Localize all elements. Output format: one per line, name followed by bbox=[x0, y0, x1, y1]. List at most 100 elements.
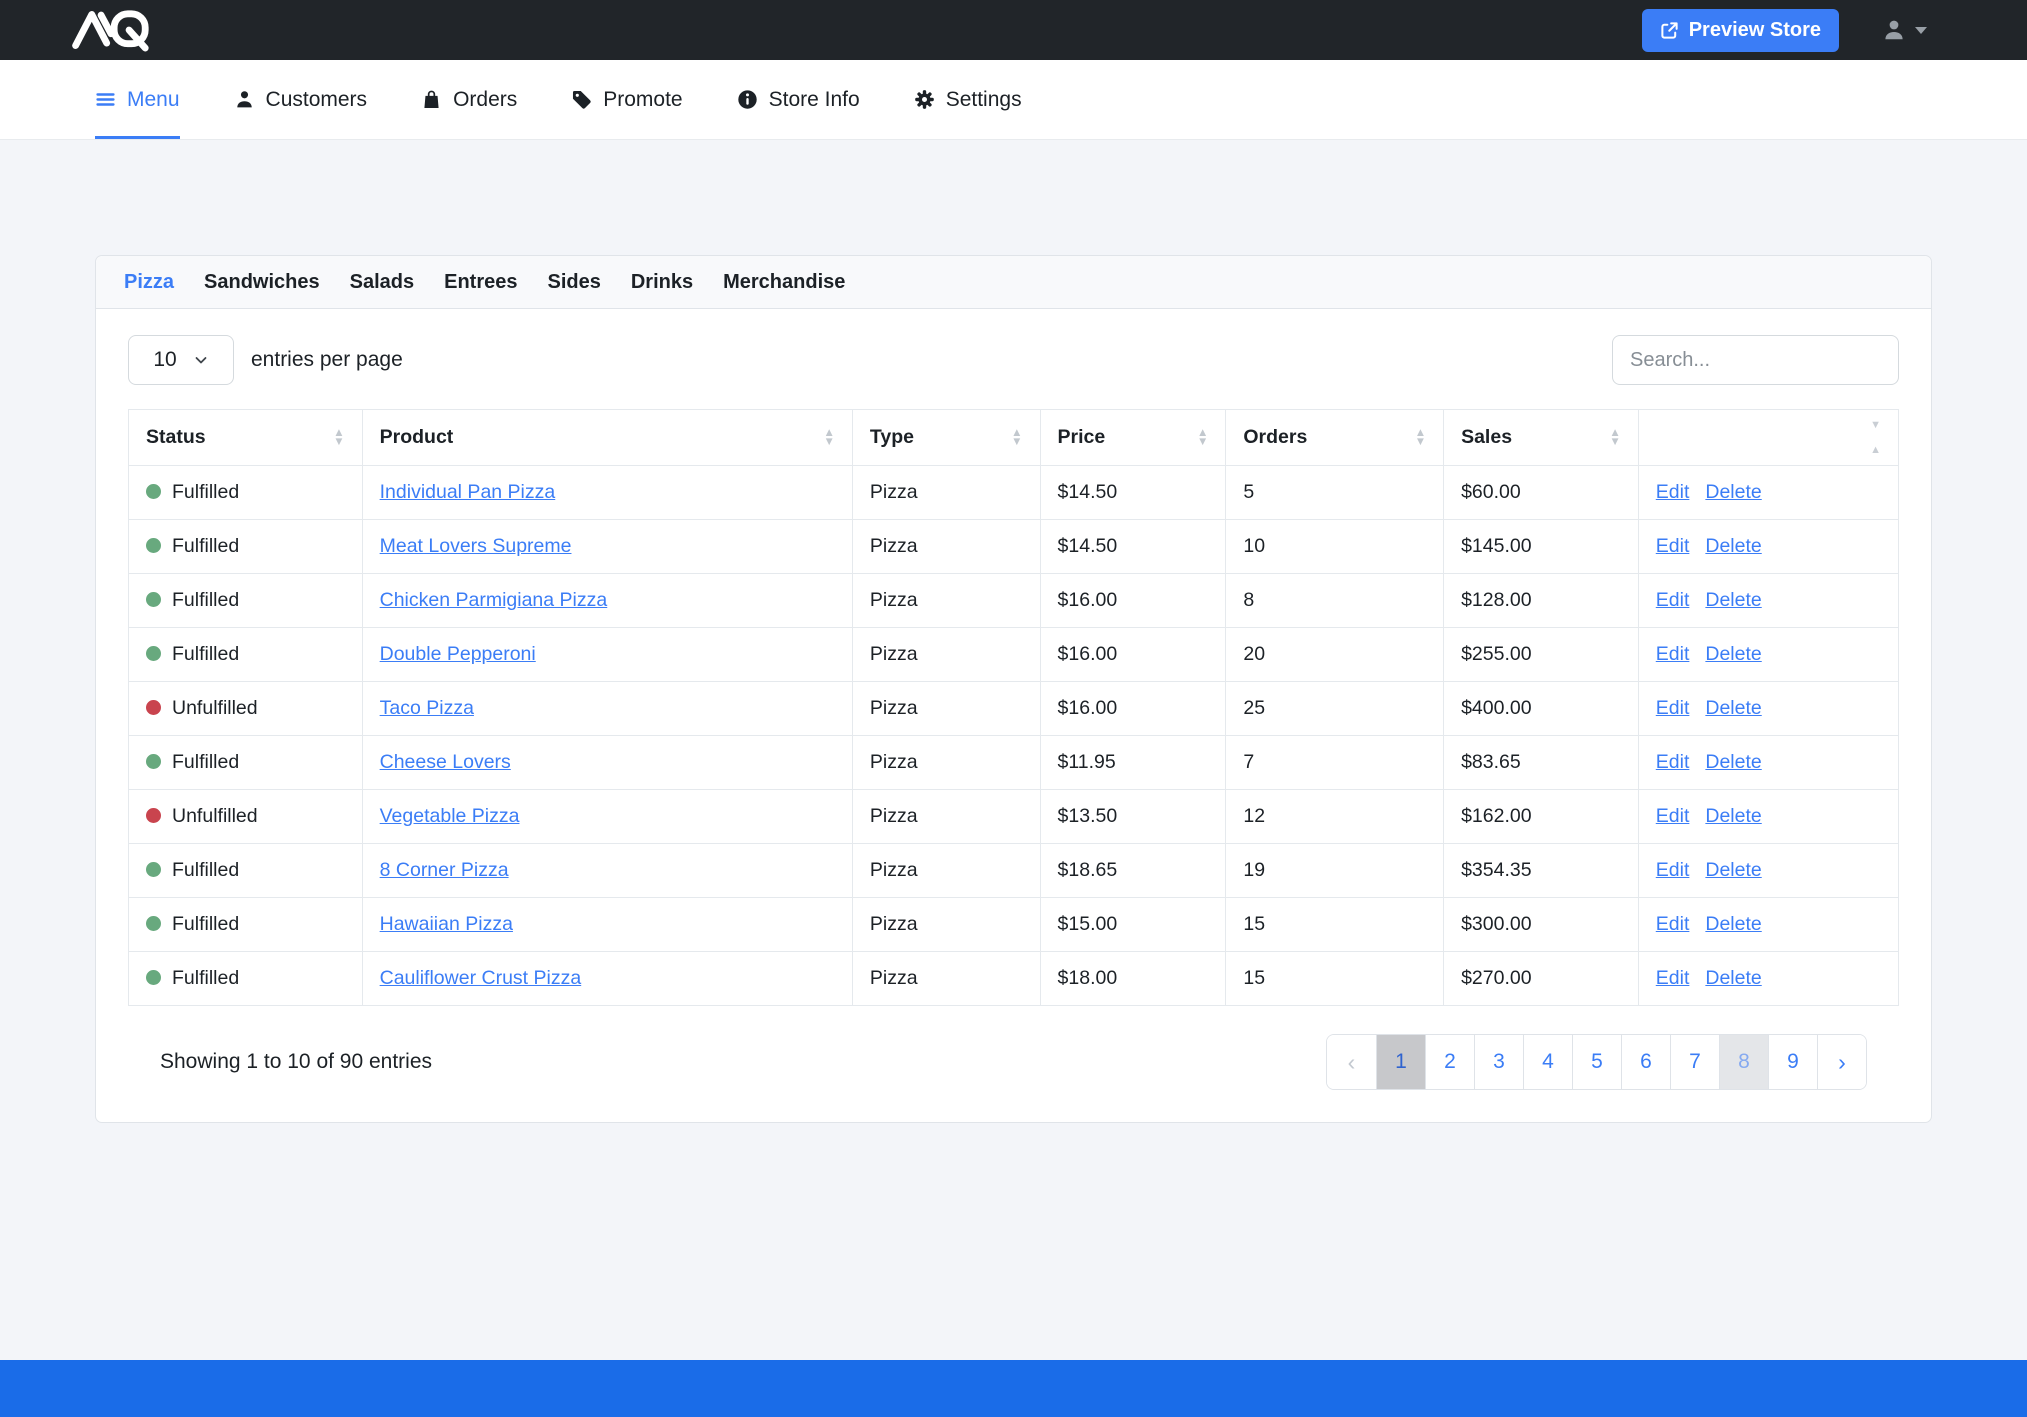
pagination-page-7[interactable]: 7 bbox=[1670, 1035, 1719, 1089]
delete-link[interactable]: Delete bbox=[1705, 697, 1761, 719]
orders-cell: 12 bbox=[1226, 790, 1444, 844]
product-link[interactable]: 8 Corner Pizza bbox=[380, 859, 509, 881]
sales-cell: $162.00 bbox=[1444, 790, 1639, 844]
table-header-row: Status▲▼ Product▲▼ Type▲▼ Price▲▼ Orders… bbox=[129, 410, 1899, 466]
edit-link[interactable]: Edit bbox=[1656, 805, 1690, 827]
category-tab-pizza[interactable]: Pizza bbox=[124, 271, 174, 294]
delete-link[interactable]: Delete bbox=[1705, 643, 1761, 665]
user-account-menu[interactable] bbox=[1881, 17, 1927, 43]
pagination-next[interactable]: › bbox=[1817, 1035, 1866, 1089]
status-dot bbox=[146, 862, 161, 877]
nav-item-store-info[interactable]: Store Info bbox=[737, 60, 860, 139]
edit-link[interactable]: Edit bbox=[1656, 589, 1690, 611]
actions-cell: Edit Delete bbox=[1638, 952, 1898, 1006]
sort-icon: ▲▼ bbox=[1197, 429, 1208, 446]
category-tab-sides[interactable]: Sides bbox=[548, 271, 601, 294]
type-cell: Pizza bbox=[852, 952, 1040, 1006]
pagination-page-2[interactable]: 2 bbox=[1425, 1035, 1474, 1089]
delete-link[interactable]: Delete bbox=[1705, 751, 1761, 773]
product-link[interactable]: Cheese Lovers bbox=[380, 751, 511, 773]
edit-link[interactable]: Edit bbox=[1656, 859, 1690, 881]
status-dot bbox=[146, 646, 161, 661]
status-dot bbox=[146, 700, 161, 715]
pagination-page-3[interactable]: 3 bbox=[1474, 1035, 1523, 1089]
product-cell: Vegetable Pizza bbox=[362, 790, 852, 844]
category-tab-sandwiches[interactable]: Sandwiches bbox=[204, 271, 320, 294]
nav-item-menu[interactable]: Menu bbox=[95, 60, 180, 139]
column-header-type[interactable]: Type▲▼ bbox=[852, 410, 1040, 466]
products-table: Status▲▼ Product▲▼ Type▲▼ Price▲▼ Orders… bbox=[128, 409, 1899, 1006]
delete-link[interactable]: Delete bbox=[1705, 589, 1761, 611]
delete-link[interactable]: Delete bbox=[1705, 535, 1761, 557]
nav-item-promote[interactable]: Promote bbox=[571, 60, 682, 139]
status-cell: Fulfilled bbox=[129, 520, 363, 574]
delete-link[interactable]: Delete bbox=[1705, 805, 1761, 827]
edit-link[interactable]: Edit bbox=[1656, 751, 1690, 773]
actions-cell: Edit Delete bbox=[1638, 520, 1898, 574]
product-link[interactable]: Double Pepperoni bbox=[380, 643, 536, 665]
product-link[interactable]: Meat Lovers Supreme bbox=[380, 535, 572, 557]
pagination-page-9[interactable]: 9 bbox=[1768, 1035, 1817, 1089]
product-link[interactable]: Taco Pizza bbox=[380, 697, 474, 719]
pagination-page-1[interactable]: 1 bbox=[1376, 1035, 1425, 1089]
page-size-select[interactable]: 10 bbox=[128, 335, 234, 385]
edit-link[interactable]: Edit bbox=[1656, 535, 1690, 557]
user-avatar-icon bbox=[1881, 17, 1907, 43]
column-header-status[interactable]: Status▲▼ bbox=[129, 410, 363, 466]
product-cell: 8 Corner Pizza bbox=[362, 844, 852, 898]
preview-store-button[interactable]: Preview Store bbox=[1642, 9, 1839, 52]
sales-cell: $255.00 bbox=[1444, 628, 1639, 682]
delete-link[interactable]: Delete bbox=[1705, 913, 1761, 935]
pagination-page-8[interactable]: 8 bbox=[1719, 1035, 1768, 1089]
delete-link[interactable]: Delete bbox=[1705, 967, 1761, 989]
column-header-actions[interactable]: ▼▲ bbox=[1638, 410, 1898, 466]
pagination-page-5[interactable]: 5 bbox=[1572, 1035, 1621, 1089]
pagination-prev[interactable]: ‹ bbox=[1327, 1035, 1376, 1089]
sort-icon: ▲▼ bbox=[824, 429, 835, 446]
edit-link[interactable]: Edit bbox=[1656, 697, 1690, 719]
type-cell: Pizza bbox=[852, 520, 1040, 574]
delete-link[interactable]: Delete bbox=[1705, 481, 1761, 503]
price-cell: $16.00 bbox=[1040, 628, 1226, 682]
status-dot bbox=[146, 808, 161, 823]
type-cell: Pizza bbox=[852, 574, 1040, 628]
table-row: Fulfilled Chicken Parmigiana Pizza Pizza… bbox=[129, 574, 1899, 628]
edit-link[interactable]: Edit bbox=[1656, 967, 1690, 989]
table-row: Unfulfilled Taco Pizza Pizza $16.00 25 $… bbox=[129, 682, 1899, 736]
orders-cell: 8 bbox=[1226, 574, 1444, 628]
category-tab-merchandise[interactable]: Merchandise bbox=[723, 271, 845, 294]
pagination-page-4[interactable]: 4 bbox=[1523, 1035, 1572, 1089]
nav-item-orders[interactable]: Orders bbox=[421, 60, 517, 139]
status-label: Fulfilled bbox=[172, 859, 239, 881]
column-header-sales[interactable]: Sales▲▼ bbox=[1444, 410, 1639, 466]
pagination-page-6[interactable]: 6 bbox=[1621, 1035, 1670, 1089]
product-cell: Chicken Parmigiana Pizza bbox=[362, 574, 852, 628]
actions-cell: Edit Delete bbox=[1638, 844, 1898, 898]
aq-logo-icon bbox=[70, 7, 152, 53]
product-link[interactable]: Hawaiian Pizza bbox=[380, 913, 513, 935]
category-tab-drinks[interactable]: Drinks bbox=[631, 271, 693, 294]
product-link[interactable]: Vegetable Pizza bbox=[380, 805, 520, 827]
product-link[interactable]: Chicken Parmigiana Pizza bbox=[380, 589, 608, 611]
sales-cell: $60.00 bbox=[1444, 466, 1639, 520]
nav-item-settings[interactable]: Settings bbox=[914, 60, 1022, 139]
category-tab-entrees[interactable]: Entrees bbox=[444, 271, 517, 294]
product-link[interactable]: Individual Pan Pizza bbox=[380, 481, 556, 503]
column-header-orders[interactable]: Orders▲▼ bbox=[1226, 410, 1444, 466]
edit-link[interactable]: Edit bbox=[1656, 481, 1690, 503]
column-header-price[interactable]: Price▲▼ bbox=[1040, 410, 1226, 466]
status-label: Fulfilled bbox=[172, 589, 239, 611]
store-logo[interactable] bbox=[70, 7, 152, 53]
nav-item-customers[interactable]: Customers bbox=[234, 60, 368, 139]
orders-cell: 10 bbox=[1226, 520, 1444, 574]
search-input[interactable] bbox=[1612, 335, 1899, 385]
price-cell: $15.00 bbox=[1040, 898, 1226, 952]
edit-link[interactable]: Edit bbox=[1656, 643, 1690, 665]
edit-link[interactable]: Edit bbox=[1656, 913, 1690, 935]
product-cell: Individual Pan Pizza bbox=[362, 466, 852, 520]
category-tab-salads[interactable]: Salads bbox=[350, 271, 414, 294]
product-link[interactable]: Cauliflower Crust Pizza bbox=[380, 967, 582, 989]
delete-link[interactable]: Delete bbox=[1705, 859, 1761, 881]
column-header-product[interactable]: Product▲▼ bbox=[362, 410, 852, 466]
price-cell: $11.95 bbox=[1040, 736, 1226, 790]
